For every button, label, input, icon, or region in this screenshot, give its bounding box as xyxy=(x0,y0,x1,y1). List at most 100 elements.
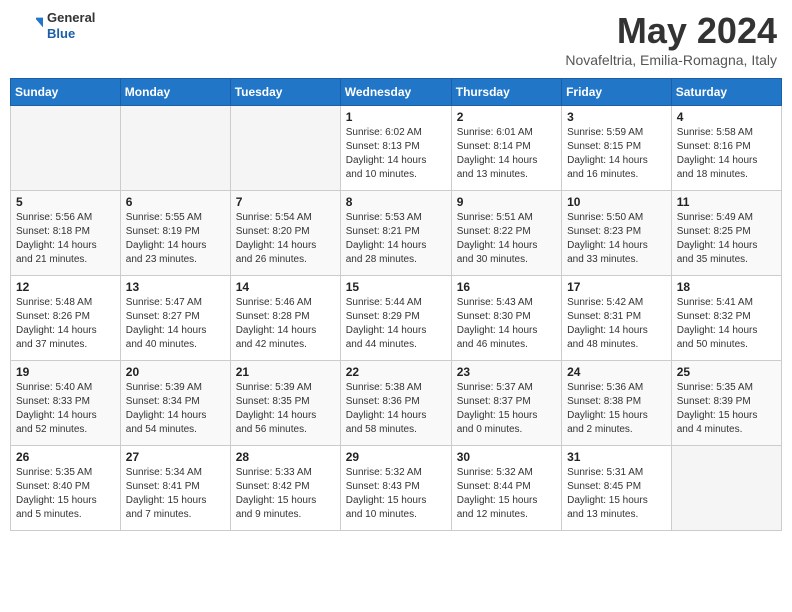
calendar-cell: 30Sunrise: 5:32 AM Sunset: 8:44 PM Dayli… xyxy=(451,446,561,531)
day-info: Sunrise: 5:32 AM Sunset: 8:44 PM Dayligh… xyxy=(457,466,556,522)
calendar-header-tuesday: Tuesday xyxy=(230,79,340,106)
calendar-cell: 1Sunrise: 6:02 AM Sunset: 8:13 PM Daylig… xyxy=(340,106,451,191)
calendar-cell: 19Sunrise: 5:40 AM Sunset: 8:33 PM Dayli… xyxy=(11,361,121,446)
day-info: Sunrise: 5:51 AM Sunset: 8:22 PM Dayligh… xyxy=(457,211,556,267)
calendar-header-wednesday: Wednesday xyxy=(340,79,451,106)
day-number: 4 xyxy=(677,110,776,124)
day-number: 11 xyxy=(677,195,776,209)
calendar-header-thursday: Thursday xyxy=(451,79,561,106)
day-info: Sunrise: 5:33 AM Sunset: 8:42 PM Dayligh… xyxy=(236,466,335,522)
day-info: Sunrise: 5:54 AM Sunset: 8:20 PM Dayligh… xyxy=(236,211,335,267)
day-number: 31 xyxy=(567,450,666,464)
calendar-cell xyxy=(671,446,781,531)
calendar-cell: 21 Sunrise: 5:39 AM Sunset: 8:35 PM Dayli… xyxy=(230,361,340,446)
day-info: Sunrise: 5:42 AM Sunset: 8:31 PM Dayligh… xyxy=(567,296,666,352)
calendar-cell: 2 Sunrise: 6:01 AM Sunset: 8:14 PM Daylig… xyxy=(451,106,561,191)
day-info: Sunrise: 5:35 AM Sunset: 8:40 PM Dayligh… xyxy=(16,466,115,522)
calendar-week-row: 12 Sunrise: 5:48 AM Sunset: 8:26 PM Dayli… xyxy=(11,276,782,361)
day-info: Sunrise: 5:44 AM Sunset: 8:29 PM Dayligh… xyxy=(346,296,446,352)
calendar-header-friday: Friday xyxy=(562,79,672,106)
calendar-cell: 6 Sunrise: 5:55 AM Sunset: 8:19 PM Daylig… xyxy=(120,191,230,276)
calendar-cell: 17Sunrise: 5:42 AM Sunset: 8:31 PM Dayli… xyxy=(562,276,672,361)
day-number: 25 xyxy=(677,365,776,379)
day-number: 20 xyxy=(126,365,225,379)
day-info: Sunrise: 5:37 AM Sunset: 8:37 PM Dayligh… xyxy=(457,381,556,437)
day-info: Sunrise: 5:40 AM Sunset: 8:33 PM Dayligh… xyxy=(16,381,115,437)
calendar-cell: 4 Sunrise: 5:58 AM Sunset: 8:16 PM Daylig… xyxy=(671,106,781,191)
day-info: Sunrise: 5:58 AM Sunset: 8:16 PM Dayligh… xyxy=(677,126,776,182)
day-info: Sunrise: 5:53 AM Sunset: 8:21 PM Dayligh… xyxy=(346,211,446,267)
day-number: 3 xyxy=(567,110,666,124)
day-number: 23 xyxy=(457,365,556,379)
day-info: Sunrise: 5:31 AM Sunset: 8:45 PM Dayligh… xyxy=(567,466,666,522)
calendar-cell: 11 Sunrise: 5:49 AM Sunset: 8:25 PM Dayli… xyxy=(671,191,781,276)
logo: General Blue xyxy=(15,10,95,41)
calendar-header-row: SundayMondayTuesdayWednesdayThursdayFrid… xyxy=(11,79,782,106)
day-info: Sunrise: 5:50 AM Sunset: 8:23 PM Dayligh… xyxy=(567,211,666,267)
day-info: Sunrise: 6:02 AM Sunset: 8:13 PM Dayligh… xyxy=(346,126,446,182)
day-number: 2 xyxy=(457,110,556,124)
day-info: Sunrise: 5:39 AM Sunset: 8:35 PM Dayligh… xyxy=(236,381,335,437)
calendar-cell: 5Sunrise: 5:56 AM Sunset: 8:18 PM Daylig… xyxy=(11,191,121,276)
calendar-cell: 15 Sunrise: 5:44 AM Sunset: 8:29 PM Dayli… xyxy=(340,276,451,361)
calendar-table: SundayMondayTuesdayWednesdayThursdayFrid… xyxy=(10,78,782,531)
day-info: Sunrise: 5:38 AM Sunset: 8:36 PM Dayligh… xyxy=(346,381,446,437)
calendar-cell xyxy=(120,106,230,191)
day-number: 16 xyxy=(457,280,556,294)
calendar-cell: 24 Sunrise: 5:36 AM Sunset: 8:38 PM Dayli… xyxy=(562,361,672,446)
day-info: Sunrise: 6:01 AM Sunset: 8:14 PM Dayligh… xyxy=(457,126,556,182)
calendar-cell: 12 Sunrise: 5:48 AM Sunset: 8:26 PM Dayli… xyxy=(11,276,121,361)
day-info: Sunrise: 5:49 AM Sunset: 8:25 PM Dayligh… xyxy=(677,211,776,267)
calendar-cell: 9 Sunrise: 5:51 AM Sunset: 8:22 PM Daylig… xyxy=(451,191,561,276)
day-number: 9 xyxy=(457,195,556,209)
calendar-cell: 23 Sunrise: 5:37 AM Sunset: 8:37 PM Dayli… xyxy=(451,361,561,446)
calendar-cell: 14 Sunrise: 5:46 AM Sunset: 8:28 PM Dayli… xyxy=(230,276,340,361)
logo-icon xyxy=(15,12,43,40)
day-number: 13 xyxy=(126,280,225,294)
day-info: Sunrise: 5:48 AM Sunset: 8:26 PM Dayligh… xyxy=(16,296,115,352)
day-number: 6 xyxy=(126,195,225,209)
logo-blue-text: Blue xyxy=(47,26,95,42)
calendar-cell: 18Sunrise: 5:41 AM Sunset: 8:32 PM Dayli… xyxy=(671,276,781,361)
calendar-cell: 7Sunrise: 5:54 AM Sunset: 8:20 PM Daylig… xyxy=(230,191,340,276)
day-info: Sunrise: 5:47 AM Sunset: 8:27 PM Dayligh… xyxy=(126,296,225,352)
day-info: Sunrise: 5:32 AM Sunset: 8:43 PM Dayligh… xyxy=(346,466,446,522)
calendar-cell: 26 Sunrise: 5:35 AM Sunset: 8:40 PM Dayli… xyxy=(11,446,121,531)
day-number: 14 xyxy=(236,280,335,294)
day-info: Sunrise: 5:46 AM Sunset: 8:28 PM Dayligh… xyxy=(236,296,335,352)
title-block: May 2024 Novafeltria, Emilia-Romagna, It… xyxy=(565,10,777,68)
day-number: 12 xyxy=(16,280,115,294)
day-number: 8 xyxy=(346,195,446,209)
day-number: 27 xyxy=(126,450,225,464)
logo-general-text: General xyxy=(47,10,95,26)
day-number: 28 xyxy=(236,450,335,464)
calendar-location: Novafeltria, Emilia-Romagna, Italy xyxy=(565,52,777,68)
day-number: 15 xyxy=(346,280,446,294)
logo-text: General Blue xyxy=(47,10,95,41)
calendar-header-monday: Monday xyxy=(120,79,230,106)
day-info: Sunrise: 5:35 AM Sunset: 8:39 PM Dayligh… xyxy=(677,381,776,437)
calendar-cell: 22Sunrise: 5:38 AM Sunset: 8:36 PM Dayli… xyxy=(340,361,451,446)
day-number: 26 xyxy=(16,450,115,464)
calendar-cell: 16 Sunrise: 5:43 AM Sunset: 8:30 PM Dayli… xyxy=(451,276,561,361)
calendar-week-row: 19Sunrise: 5:40 AM Sunset: 8:33 PM Dayli… xyxy=(11,361,782,446)
page-header: General Blue May 2024 Novafeltria, Emili… xyxy=(10,10,782,68)
day-info: Sunrise: 5:36 AM Sunset: 8:38 PM Dayligh… xyxy=(567,381,666,437)
day-number: 21 xyxy=(236,365,335,379)
day-info: Sunrise: 5:59 AM Sunset: 8:15 PM Dayligh… xyxy=(567,126,666,182)
calendar-cell: 25 Sunrise: 5:35 AM Sunset: 8:39 PM Dayli… xyxy=(671,361,781,446)
day-number: 24 xyxy=(567,365,666,379)
calendar-cell: 31 Sunrise: 5:31 AM Sunset: 8:45 PM Dayli… xyxy=(562,446,672,531)
calendar-cell: 27Sunrise: 5:34 AM Sunset: 8:41 PM Dayli… xyxy=(120,446,230,531)
calendar-cell: 20Sunrise: 5:39 AM Sunset: 8:34 PM Dayli… xyxy=(120,361,230,446)
day-info: Sunrise: 5:43 AM Sunset: 8:30 PM Dayligh… xyxy=(457,296,556,352)
day-number: 5 xyxy=(16,195,115,209)
calendar-header-sunday: Sunday xyxy=(11,79,121,106)
calendar-cell xyxy=(230,106,340,191)
day-info: Sunrise: 5:41 AM Sunset: 8:32 PM Dayligh… xyxy=(677,296,776,352)
calendar-week-row: 1Sunrise: 6:02 AM Sunset: 8:13 PM Daylig… xyxy=(11,106,782,191)
calendar-week-row: 5Sunrise: 5:56 AM Sunset: 8:18 PM Daylig… xyxy=(11,191,782,276)
calendar-cell: 13 Sunrise: 5:47 AM Sunset: 8:27 PM Dayli… xyxy=(120,276,230,361)
calendar-cell xyxy=(11,106,121,191)
day-info: Sunrise: 5:55 AM Sunset: 8:19 PM Dayligh… xyxy=(126,211,225,267)
